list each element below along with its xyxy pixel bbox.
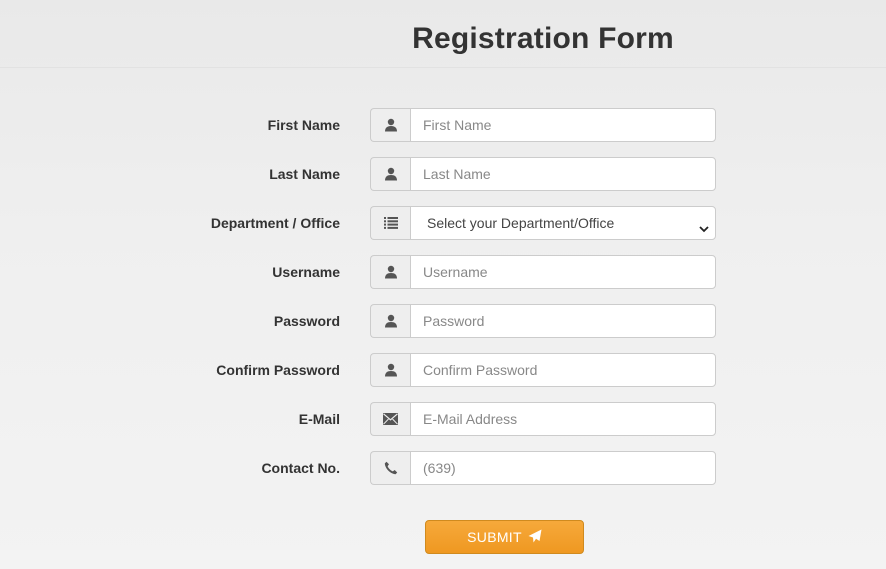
user-icon: [370, 304, 410, 338]
department-input-group: Select your Department/Office: [370, 206, 716, 240]
last-name-input[interactable]: [410, 157, 716, 191]
first-name-input[interactable]: [410, 108, 716, 142]
first-name-label: First Name: [267, 117, 340, 133]
password-input[interactable]: [410, 304, 716, 338]
contact-row: Contact No.: [0, 451, 886, 485]
user-icon: [370, 157, 410, 191]
department-selected-value: Select your Department/Office: [427, 215, 615, 231]
user-icon: [370, 255, 410, 289]
email-input-group: [370, 402, 716, 436]
first-name-row: First Name: [0, 108, 886, 142]
last-name-input-group: [370, 157, 716, 191]
username-input-group: [370, 255, 716, 289]
email-input[interactable]: [410, 402, 716, 436]
department-row: Department / Office Select your Departme…: [0, 206, 886, 240]
department-label: Department / Office: [210, 215, 340, 231]
contact-input[interactable]: [410, 451, 716, 485]
confirm-password-input[interactable]: [410, 353, 716, 387]
page-title: Registration Form: [412, 22, 674, 55]
user-icon: [370, 108, 410, 142]
submit-button[interactable]: SUBMIT: [425, 520, 584, 554]
confirm-password-label: Confirm Password: [216, 362, 340, 378]
send-icon: [528, 529, 542, 546]
contact-label: Contact No.: [261, 460, 340, 476]
envelope-icon: [370, 402, 410, 436]
password-label: Password: [273, 313, 340, 329]
last-name-row: Last Name: [0, 157, 886, 191]
submit-label: SUBMIT: [467, 529, 522, 545]
username-row: Username: [0, 255, 886, 289]
last-name-label: Last Name: [269, 166, 340, 182]
header: Registration Form: [0, 0, 886, 68]
contact-input-group: [370, 451, 716, 485]
user-icon: [370, 353, 410, 387]
password-input-group: [370, 304, 716, 338]
email-row: E-Mail: [0, 402, 886, 436]
confirm-password-input-group: [370, 353, 716, 387]
department-select[interactable]: Select your Department/Office: [410, 206, 716, 240]
username-label: Username: [272, 264, 340, 280]
password-row: Password: [0, 304, 886, 338]
chevron-down-icon: [699, 220, 709, 236]
username-input[interactable]: [410, 255, 716, 289]
list-icon: [370, 206, 410, 240]
email-label: E-Mail: [298, 411, 340, 427]
phone-icon: [370, 451, 410, 485]
first-name-input-group: [370, 108, 716, 142]
confirm-password-row: Confirm Password: [0, 353, 886, 387]
